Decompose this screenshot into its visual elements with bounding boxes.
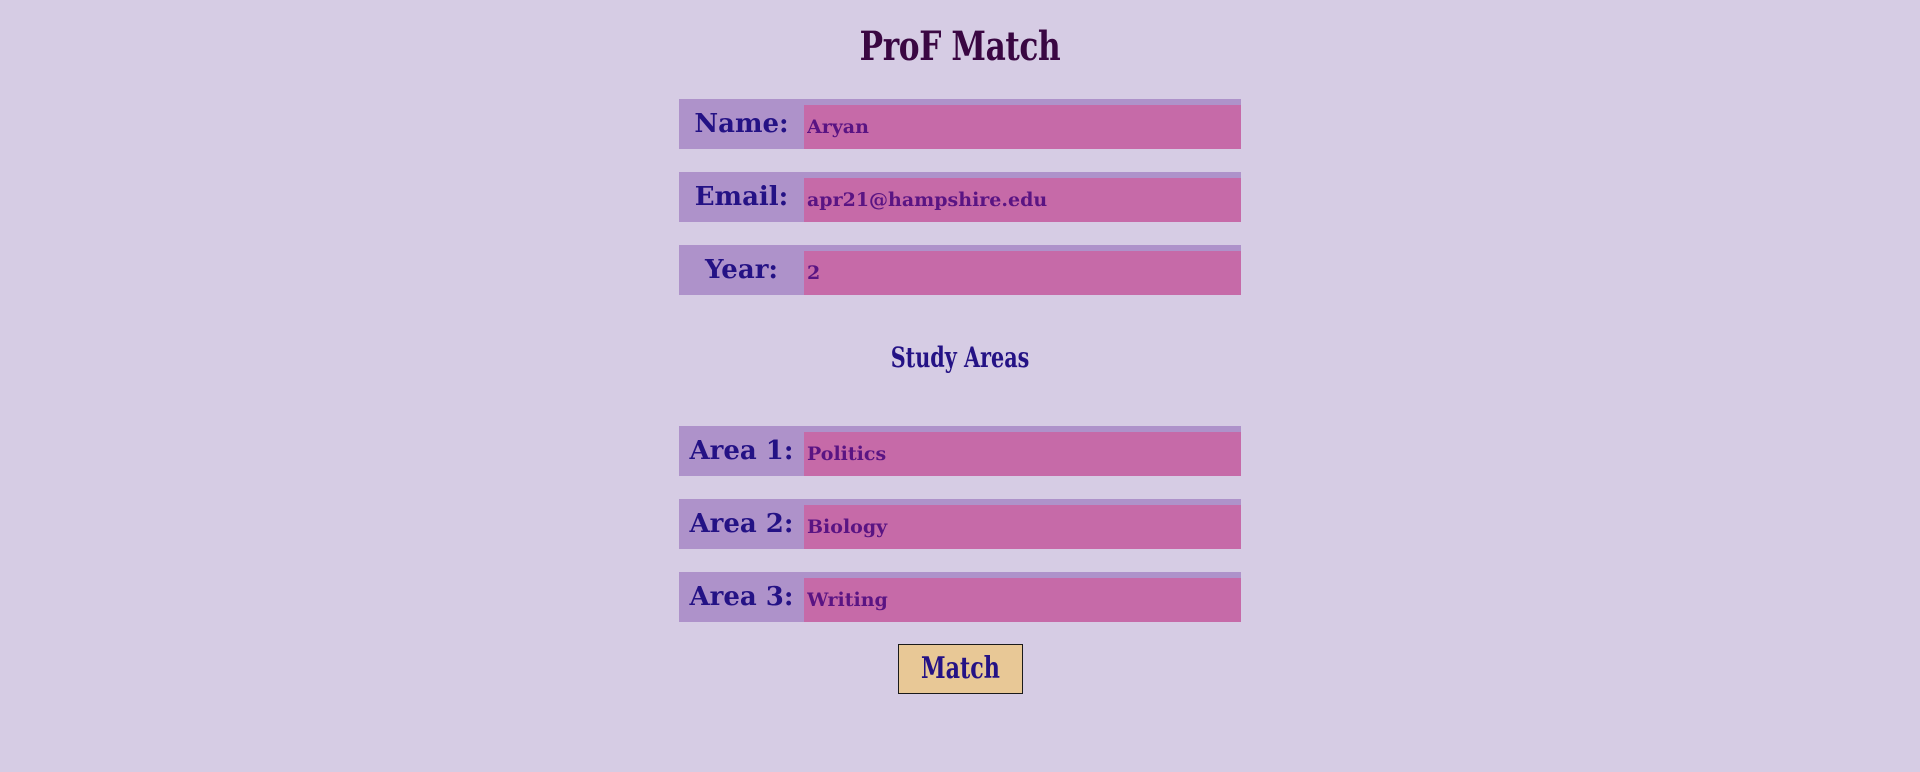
match-button[interactable]: Match (898, 644, 1023, 694)
area2-field[interactable] (804, 505, 1241, 549)
area3-field[interactable] (804, 578, 1241, 622)
area2-label: Area 2: (689, 509, 794, 539)
email-label: Email: (694, 182, 789, 212)
area1-label: Area 1: (689, 436, 794, 466)
match-button-label: Match (921, 651, 1000, 686)
year-row: Year: (679, 245, 1241, 295)
area1-field[interactable] (804, 432, 1241, 476)
area2-row: Area 2: (679, 499, 1241, 549)
year-field[interactable] (804, 251, 1241, 295)
name-field[interactable] (804, 105, 1241, 149)
area3-row: Area 3: (679, 572, 1241, 622)
area1-row: Area 1: (679, 426, 1241, 476)
area3-label: Area 3: (689, 582, 794, 612)
email-row: Email: (679, 172, 1241, 222)
email-field[interactable] (804, 178, 1241, 222)
study-areas-heading: Study Areas (890, 341, 1030, 374)
name-label: Name: (694, 109, 789, 139)
name-row: Name: (679, 99, 1241, 149)
year-label: Year: (705, 255, 778, 285)
page-title: ProF Match (859, 23, 1061, 70)
